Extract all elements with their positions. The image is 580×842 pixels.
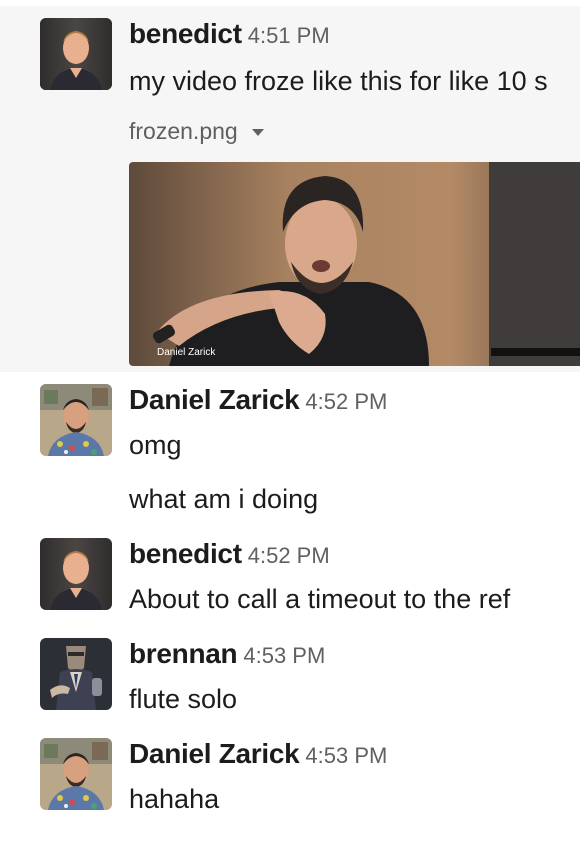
message-header: Daniel Zarick 4:53 PM xyxy=(129,738,387,770)
message-header: Daniel Zarick 4:52 PM xyxy=(129,384,387,416)
message-group: Daniel Zarick 4:52 PM omg what am i doing xyxy=(0,372,580,526)
avatar-daniel-zarick[interactable] xyxy=(40,738,112,810)
caret-down-icon[interactable] xyxy=(251,129,264,137)
message-group: benedict 4:51 PM my video froze like this… xyxy=(0,6,580,372)
message-header: benedict 4:51 PM xyxy=(129,18,330,50)
timestamp[interactable]: 4:52 PM xyxy=(305,389,387,414)
avatar-benedict[interactable] xyxy=(40,538,112,610)
file-name[interactable]: frozen.png xyxy=(129,118,264,145)
avatar-daniel-zarick[interactable] xyxy=(40,384,112,456)
message-list: benedict 4:51 PM my video froze like this… xyxy=(0,0,580,842)
file-name-text: frozen.png xyxy=(129,118,238,144)
message-text: hahaha xyxy=(129,784,220,814)
timestamp[interactable]: 4:52 PM xyxy=(248,543,330,568)
message-text: About to call a timeout to the ref xyxy=(129,584,511,614)
sender-name[interactable]: benedict xyxy=(129,18,242,49)
message-text: omg xyxy=(129,430,182,460)
message-group: benedict 4:52 PM About to call a timeout … xyxy=(0,526,580,626)
timestamp[interactable]: 4:53 PM xyxy=(243,643,325,668)
video-caption: Daniel Zarick xyxy=(157,347,216,358)
timestamp[interactable]: 4:53 PM xyxy=(305,743,387,768)
sender-name[interactable]: benedict xyxy=(129,538,242,569)
sender-name[interactable]: brennan xyxy=(129,638,238,669)
avatar-brennan[interactable] xyxy=(40,638,112,710)
image-attachment[interactable]: Daniel Zarick xyxy=(129,162,580,366)
message-group: Daniel Zarick 4:53 PM hahaha xyxy=(0,726,580,836)
message-text: what am i doing xyxy=(129,484,319,514)
avatar-benedict[interactable] xyxy=(40,18,112,90)
timestamp[interactable]: 4:51 PM xyxy=(248,23,330,48)
message-header: brennan 4:53 PM xyxy=(129,638,325,670)
sender-name[interactable]: Daniel Zarick xyxy=(129,738,300,769)
message-header: benedict 4:52 PM xyxy=(129,538,330,570)
message-group: brennan 4:53 PM flute solo xyxy=(0,626,580,726)
message-text: flute solo xyxy=(129,684,238,714)
message-text: my video froze like this for like 10 s xyxy=(129,66,548,96)
sender-name[interactable]: Daniel Zarick xyxy=(129,384,300,415)
